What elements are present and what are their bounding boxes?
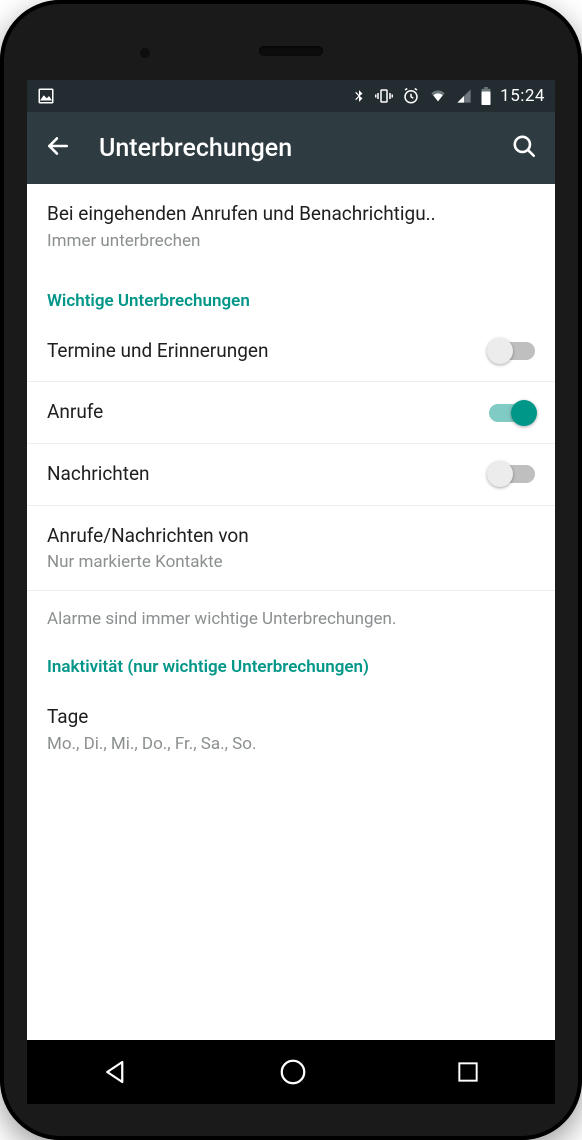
setting-calls-messages-from[interactable]: Anrufe/Nachrichten von Nur markierte Kon… (27, 506, 555, 592)
back-button[interactable] (45, 133, 71, 163)
setting-title: Termine und Erinnerungen (47, 339, 477, 364)
toggle-messages[interactable] (489, 465, 535, 483)
setting-title: Nachrichten (47, 462, 477, 487)
search-button[interactable] (511, 133, 537, 163)
vibrate-icon (374, 87, 394, 105)
setting-days[interactable]: Tage Mo., Di., Mi., Do., Fr., Sa., So. (27, 687, 555, 772)
setting-title: Anrufe (47, 400, 477, 425)
nav-back-button[interactable] (101, 1057, 131, 1087)
section-header-important: Wichtige Unterbrechungen (27, 269, 555, 321)
alarm-icon (402, 87, 420, 105)
setting-title: Anrufe/Nachrichten von (47, 524, 535, 549)
status-clock: 15:24 (500, 86, 545, 106)
status-bar: 15:24 (27, 80, 555, 112)
setting-incoming[interactable]: Bei eingehenden Anrufen und Benachrichti… (27, 184, 555, 269)
toggle-calls[interactable] (489, 404, 535, 422)
toggle-events-reminders[interactable] (489, 342, 535, 360)
signal-icon (456, 88, 472, 104)
setting-events-reminders[interactable]: Termine und Erinnerungen (27, 321, 555, 383)
setting-messages[interactable]: Nachrichten (27, 444, 555, 506)
setting-title: Tage (47, 705, 535, 730)
setting-calls[interactable]: Anrufe (27, 382, 555, 444)
setting-subtitle: Mo., Di., Mi., Do., Fr., Sa., So. (47, 734, 535, 754)
battery-icon (480, 87, 492, 105)
content[interactable]: Bei eingehenden Anrufen und Benachrichti… (27, 184, 555, 1040)
setting-title: Bei eingehenden Anrufen und Benachrichti… (47, 202, 535, 227)
bluetooth-icon (352, 87, 366, 105)
setting-subtitle: Immer unterbrechen (47, 231, 535, 251)
alarms-note: Alarme sind immer wichtige Unterbrechung… (27, 591, 555, 635)
phone-camera (140, 48, 150, 58)
phone-frame: 15:24 Unterbrechungen Bei eingehenden An… (0, 0, 582, 1140)
wifi-icon (428, 88, 448, 104)
page-title: Unterbrechungen (99, 134, 511, 163)
app-bar: Unterbrechungen (27, 112, 555, 184)
phone-speaker (259, 46, 323, 56)
section-header-downtime: Inaktivität (nur wichtige Unterbrechunge… (27, 635, 555, 687)
setting-subtitle: Nur markierte Kontakte (47, 552, 535, 572)
navigation-bar (27, 1040, 555, 1104)
nav-home-button[interactable] (278, 1057, 308, 1087)
nav-recent-button[interactable] (455, 1059, 481, 1085)
screen: 15:24 Unterbrechungen Bei eingehenden An… (27, 80, 555, 1040)
picture-icon (37, 87, 55, 105)
